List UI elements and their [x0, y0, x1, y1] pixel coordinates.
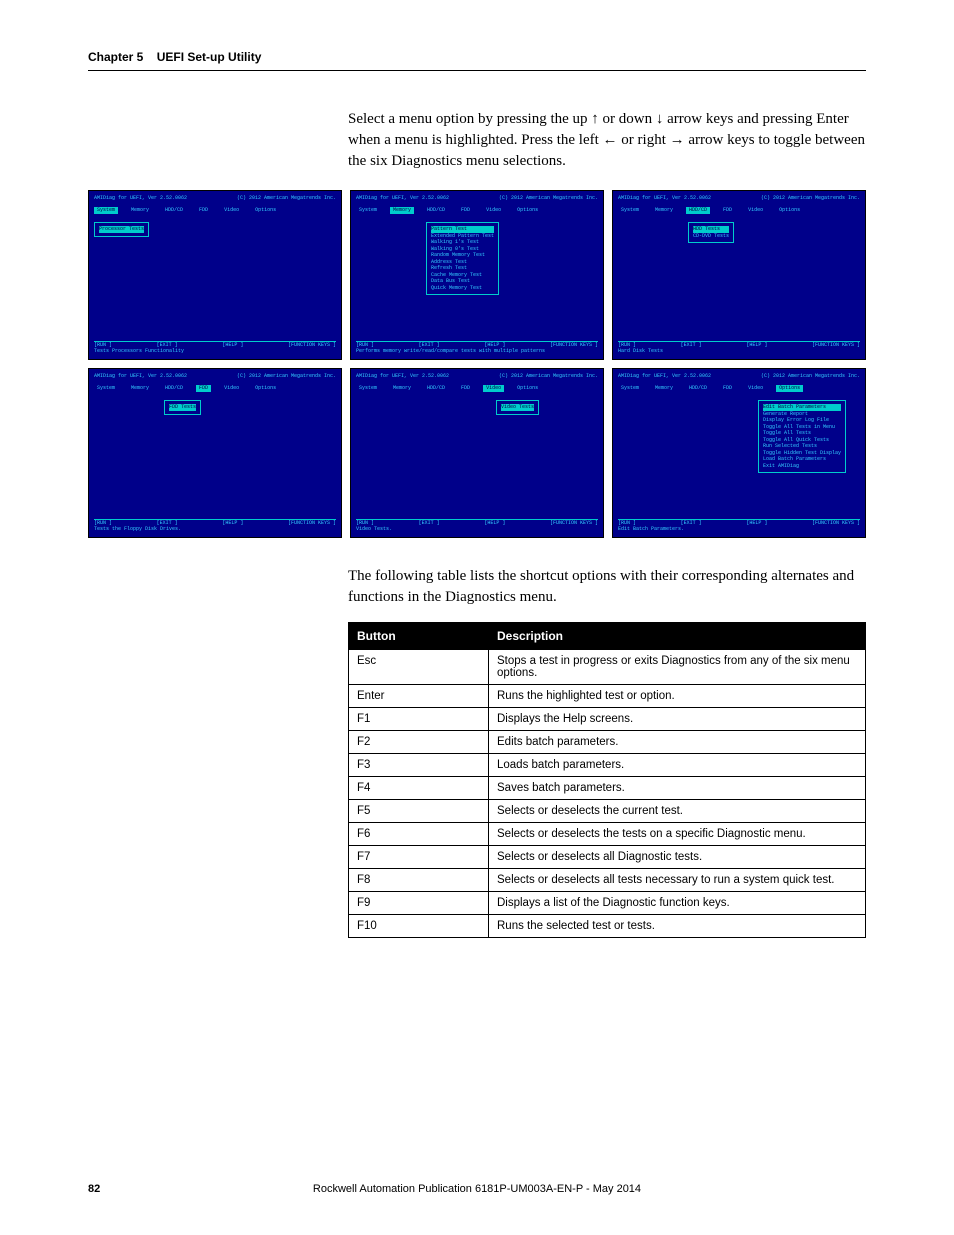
th-description: Description — [489, 623, 866, 650]
cell-button: F2 — [349, 731, 489, 754]
shortcut-table: Button Description EscStops a test in pr… — [348, 622, 866, 938]
cell-button: Enter — [349, 685, 489, 708]
cell-description: Saves batch parameters. — [489, 777, 866, 800]
table-row: F7Selects or deselects all Diagnostic te… — [349, 846, 866, 869]
diagnostics-screenshot: AMIDiag for UEFI, Ver 2.52.0062(C) 2012 … — [350, 190, 604, 360]
diagnostics-screenshot: AMIDiag for UEFI, Ver 2.52.0062(C) 2012 … — [350, 368, 604, 538]
cell-description: Displays a list of the Diagnostic functi… — [489, 892, 866, 915]
cell-description: Runs the selected test or tests. — [489, 915, 866, 938]
table-row: F9Displays a list of the Diagnostic func… — [349, 892, 866, 915]
cell-description: Runs the highlighted test or option. — [489, 685, 866, 708]
cell-button: F9 — [349, 892, 489, 915]
cell-button: F4 — [349, 777, 489, 800]
diagnostics-screenshot: AMIDiag for UEFI, Ver 2.52.0062(C) 2012 … — [612, 368, 866, 538]
cell-button: Esc — [349, 650, 489, 685]
cell-button: F3 — [349, 754, 489, 777]
shortcut-tbody: EscStops a test in progress or exits Dia… — [349, 650, 866, 938]
header-rule — [88, 70, 866, 71]
section-label: UEFI Set-up Utility — [157, 50, 262, 64]
table-row: F6Selects or deselects the tests on a sp… — [349, 823, 866, 846]
cell-description: Edits batch parameters. — [489, 731, 866, 754]
cell-button: F6 — [349, 823, 489, 846]
cell-description: Loads batch parameters. — [489, 754, 866, 777]
table-row: F10Runs the selected test or tests. — [349, 915, 866, 938]
cell-description: Selects or deselects the current test. — [489, 800, 866, 823]
cell-button: F5 — [349, 800, 489, 823]
th-button: Button — [349, 623, 489, 650]
cell-description: Stops a test in progress or exits Diagno… — [489, 650, 866, 685]
screenshot-grid: AMIDiag for UEFI, Ver 2.52.0062(C) 2012 … — [88, 190, 866, 538]
cell-button: F1 — [349, 708, 489, 731]
cell-button: F8 — [349, 869, 489, 892]
table-row: EscStops a test in progress or exits Dia… — [349, 650, 866, 685]
intro-paragraph: Select a menu option by pressing the up … — [348, 109, 866, 172]
chapter-label: Chapter 5 — [88, 50, 143, 64]
diagnostics-screenshot: AMIDiag for UEFI, Ver 2.52.0062(C) 2012 … — [88, 190, 342, 360]
page-header: Chapter 5 UEFI Set-up Utility — [88, 50, 866, 64]
cell-button: F10 — [349, 915, 489, 938]
table-row: F2Edits batch parameters. — [349, 731, 866, 754]
table-intro-paragraph: The following table lists the shortcut o… — [348, 566, 866, 608]
page-footer: 82 Rockwell Automation Publication 6181P… — [88, 1183, 866, 1195]
page-number: 82 — [88, 1183, 100, 1195]
publication-line: Rockwell Automation Publication 6181P-UM… — [88, 1183, 866, 1195]
table-row: F5Selects or deselects the current test. — [349, 800, 866, 823]
diagnostics-screenshot: AMIDiag for UEFI, Ver 2.52.0062(C) 2012 … — [612, 190, 866, 360]
diagnostics-screenshot: AMIDiag for UEFI, Ver 2.52.0062(C) 2012 … — [88, 368, 342, 538]
table-row: F3Loads batch parameters. — [349, 754, 866, 777]
table-row: F4Saves batch parameters. — [349, 777, 866, 800]
table-row: EnterRuns the highlighted test or option… — [349, 685, 866, 708]
cell-description: Selects or deselects all Diagnostic test… — [489, 846, 866, 869]
table-row: F1Displays the Help screens. — [349, 708, 866, 731]
cell-button: F7 — [349, 846, 489, 869]
cell-description: Selects or deselects all tests necessary… — [489, 869, 866, 892]
cell-description: Selects or deselects the tests on a spec… — [489, 823, 866, 846]
cell-description: Displays the Help screens. — [489, 708, 866, 731]
table-row: F8Selects or deselects all tests necessa… — [349, 869, 866, 892]
